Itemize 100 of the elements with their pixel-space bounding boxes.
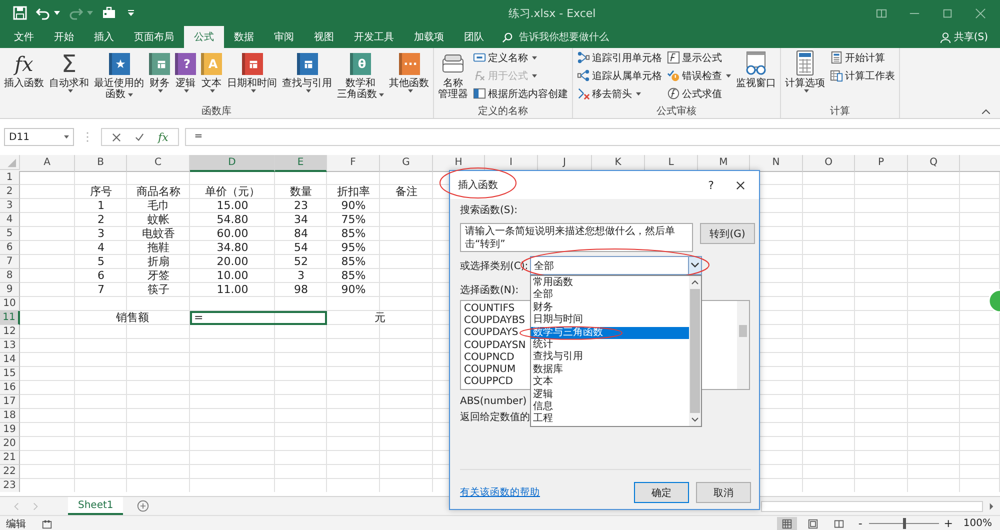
macro-recorder-icon[interactable] (42, 518, 52, 528)
category-option[interactable]: 逻辑 (531, 388, 690, 402)
ribbon-button[interactable]: 监视窗口 (734, 50, 778, 89)
category-option[interactable]: 日期与时间 (531, 314, 690, 327)
ribbon-tab[interactable]: 开发工具 (344, 26, 404, 48)
help-button[interactable]: ? (708, 178, 714, 192)
category-select[interactable]: 全部 (530, 256, 702, 275)
category-option[interactable]: 信息 (531, 401, 690, 414)
go-button[interactable]: 转到(G) (700, 223, 755, 244)
row-header[interactable]: 18 (0, 409, 20, 423)
row-header[interactable]: 15 (0, 367, 20, 381)
search-field[interactable]: 请输入一条简短说明来描述您想做什么，然后单击“转到” (460, 223, 693, 252)
zoom-in-button[interactable]: + (943, 517, 954, 530)
cancel-icon[interactable] (112, 132, 121, 142)
row-header[interactable]: 19 (0, 423, 20, 437)
row-header[interactable]: 20 (0, 437, 20, 451)
row-header[interactable]: 23 (0, 479, 20, 492)
horizontal-scrollbar[interactable] (761, 500, 983, 512)
ribbon-tab[interactable]: 文件 (4, 26, 44, 48)
column-header[interactable]: P (855, 155, 908, 172)
ribbon-button[interactable]: 名称 管理器 (436, 50, 470, 100)
view-button[interactable] (777, 516, 798, 530)
category-option[interactable]: 数据库 (531, 364, 690, 376)
ribbon-tab[interactable]: 团队 (454, 26, 494, 48)
ribbon-tab[interactable]: 插入 (84, 26, 124, 48)
add-sheet-icon[interactable] (137, 500, 150, 512)
ribbon-button[interactable]: 查找与引用 (280, 50, 334, 93)
ribbon-button[interactable]: 财务 (147, 50, 172, 93)
sheet-tab[interactable]: Sheet1 (68, 497, 124, 515)
ribbon-button[interactable]: 开始计算 (830, 50, 895, 65)
help-link[interactable]: 有关该函数的帮助 (460, 486, 540, 499)
row-header[interactable]: 16 (0, 381, 20, 395)
ribbon-button[interactable]: 计算选项 (783, 50, 827, 93)
caret-icon[interactable] (54, 11, 60, 15)
insert-function-button[interactable]: fx (158, 130, 168, 144)
ribbon-button[interactable]: 错误检查 (667, 68, 731, 83)
ribbon-button[interactable]: ··· 其他函数 (387, 50, 431, 93)
cancel-button[interactable]: 取消 (696, 482, 751, 503)
column-header[interactable]: F (327, 155, 380, 172)
ribbon-button[interactable]: 根据所选内容创建 (473, 86, 568, 101)
row-header[interactable]: 5 (0, 227, 20, 241)
ribbon-button[interactable]: 显示公式 (667, 50, 731, 65)
ribbon-button[interactable]: 移去箭头 (577, 86, 662, 101)
customize-menu-icon[interactable] (128, 10, 134, 16)
row-header[interactable]: 10 (0, 297, 20, 311)
scrollbar[interactable] (737, 301, 749, 389)
briefcase-icon[interactable] (102, 6, 116, 20)
category-option[interactable]: 全部 (531, 289, 690, 302)
ribbon-button[interactable]: 日期和时间 (225, 50, 279, 93)
ribbon-button[interactable]: ? 逻辑 (173, 50, 198, 93)
column-header[interactable]: O (803, 155, 855, 172)
row-header[interactable]: 17 (0, 395, 20, 409)
ribbon-button[interactable]: 追踪引用单元格 (577, 50, 662, 65)
zoom-out-button[interactable]: - (855, 517, 866, 530)
row-header[interactable]: 2 (0, 185, 20, 199)
ribbon-button[interactable]: ★ 最近使用的 函数 (92, 50, 146, 100)
ribbon-button[interactable]: fx 插入函数 (2, 50, 46, 89)
ribbon-button[interactable]: 定义名称 (473, 50, 568, 65)
floating-widget-icon[interactable] (986, 289, 1000, 313)
row-header[interactable]: 14 (0, 353, 20, 367)
name-box[interactable]: D11 (4, 128, 74, 146)
category-option[interactable]: 工程 (531, 413, 690, 426)
collapse-ribbon-icon[interactable] (982, 109, 990, 114)
scroll-down-icon[interactable] (691, 417, 700, 422)
share-button[interactable]: 共享(S) (940, 26, 1000, 48)
ribbon-button[interactable]: A 文本 (199, 50, 224, 93)
ok-button[interactable]: 确定 (634, 482, 689, 503)
category-option[interactable]: 统计 (531, 339, 690, 352)
save-icon[interactable] (13, 6, 27, 20)
ribbon-tab[interactable]: 加载项 (404, 26, 454, 48)
ribbon-tab[interactable]: 页面布局 (124, 26, 184, 48)
row-header[interactable]: 11 (0, 311, 20, 325)
undo-icon[interactable] (36, 6, 50, 20)
close-icon[interactable] (736, 180, 745, 190)
check-icon[interactable] (135, 132, 144, 142)
scrollbar[interactable] (689, 276, 702, 426)
column-header[interactable]: B (75, 155, 127, 172)
category-option[interactable]: 查找与引用 (531, 351, 690, 364)
ribbon-tab[interactable]: 公式 (184, 26, 224, 48)
column-header[interactable]: C (127, 155, 190, 172)
row-header[interactable]: 13 (0, 339, 20, 353)
ribbon-tab[interactable]: 数据 (224, 26, 264, 48)
column-header[interactable]: D (190, 155, 275, 172)
row-header[interactable]: 22 (0, 465, 20, 479)
ribbon-button[interactable]: 追踪从属单元格 (577, 68, 662, 83)
formula-field[interactable]: = (185, 128, 1000, 146)
row-header[interactable]: 7 (0, 255, 20, 269)
row-header[interactable]: 1 (0, 171, 20, 185)
row-header[interactable]: 21 (0, 451, 20, 465)
ribbon-button[interactable]: 计算工作表 (830, 68, 895, 83)
scroll-up-icon[interactable] (691, 280, 700, 285)
tell-me-field[interactable]: 告诉我你想要做什么 (517, 30, 661, 44)
column-header[interactable]: A (20, 155, 75, 172)
row-header[interactable]: 8 (0, 269, 20, 283)
ribbon-button[interactable]: Σ 自动求和 (47, 50, 91, 93)
ribbon-tab[interactable]: 开始 (44, 26, 84, 48)
row-header[interactable]: 3 (0, 199, 20, 213)
maximize-icon[interactable] (942, 8, 953, 18)
ribbon-tab[interactable]: 审阅 (264, 26, 304, 48)
category-option[interactable]: 常用函数 (531, 277, 690, 290)
